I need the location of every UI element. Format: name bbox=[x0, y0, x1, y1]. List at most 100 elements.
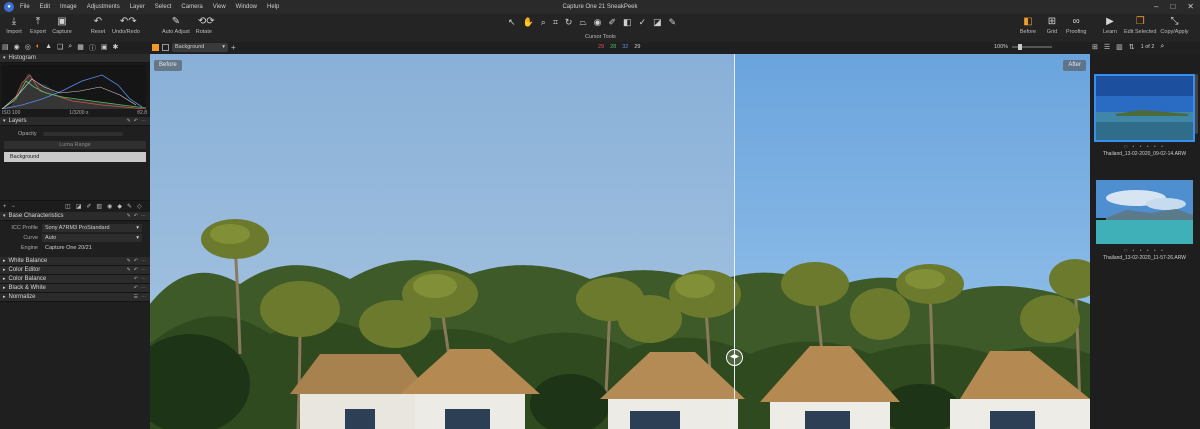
menu-edit[interactable]: Edit bbox=[40, 4, 50, 10]
background-layer-row[interactable]: Background bbox=[4, 152, 146, 162]
gradient-icon[interactable]: ▥ bbox=[96, 203, 102, 210]
thumbnail-item[interactable]: □ • • • • • Thailand_13-02-2020_11-57-26… bbox=[1094, 178, 1195, 261]
reset-button[interactable]: ↶ Reset bbox=[88, 16, 108, 35]
browser-search-icon[interactable]: ⌕ bbox=[1160, 43, 1164, 51]
list-view-icon[interactable]: ☰ bbox=[1104, 43, 1110, 51]
icc-profile-select[interactable]: Sony A7RM3 ProStandard ▾ bbox=[42, 224, 142, 232]
list-icon[interactable]: ☰ bbox=[134, 294, 138, 300]
brush-settings-icon[interactable]: ✎ bbox=[127, 118, 131, 124]
capture-tab-icon[interactable]: ◉ bbox=[14, 43, 20, 53]
layers-header[interactable]: ▾ Layers ✎ ↶ ⋯ bbox=[0, 117, 150, 126]
reset-section-icon[interactable]: ↶ bbox=[134, 213, 138, 219]
invert-icon[interactable]: ◪ bbox=[76, 203, 82, 210]
maximize-icon[interactable]: □ bbox=[1170, 2, 1175, 11]
thumbnail-image[interactable] bbox=[1094, 178, 1195, 246]
radial-icon[interactable]: ◉ bbox=[107, 203, 112, 210]
mask-icon[interactable]: ◫ bbox=[65, 203, 71, 210]
histogram-header[interactable]: ▾ Histogram bbox=[0, 54, 150, 63]
remove-icon[interactable]: − bbox=[12, 204, 16, 210]
brush-icon[interactable]: ✐ bbox=[86, 203, 91, 210]
exposure-tab-icon[interactable]: ▲ bbox=[45, 43, 52, 53]
filmstrip-icon[interactable]: ▥ bbox=[1116, 43, 1123, 51]
crop-icon[interactable]: ⌗ bbox=[553, 17, 558, 28]
undo-redo-button[interactable]: ↶↷ Undo/Redo bbox=[112, 16, 140, 35]
more-icon[interactable]: ⋯ bbox=[141, 294, 146, 300]
brush-settings-icon[interactable]: ✎ bbox=[127, 213, 131, 219]
zoom-icon[interactable]: ⌕ bbox=[541, 17, 546, 28]
add-icon[interactable]: + bbox=[3, 204, 7, 210]
zoom-knob[interactable] bbox=[1018, 44, 1023, 50]
thumbnail-image[interactable] bbox=[1094, 74, 1195, 142]
tool-color-balance[interactable]: ▸ Color Balance ↶ ⋯ bbox=[0, 275, 150, 284]
reset-section-icon[interactable]: ↶ bbox=[134, 258, 138, 264]
more-icon[interactable]: ⋯ bbox=[141, 276, 146, 282]
brush-icon[interactable]: ✐ bbox=[609, 17, 617, 28]
picker-icon[interactable]: ✎ bbox=[127, 258, 131, 264]
curve-select[interactable]: Auto ▾ bbox=[42, 234, 142, 242]
sort-icon[interactable]: ⇅ bbox=[1129, 43, 1135, 51]
grid-button[interactable]: ⊞ Grid bbox=[1042, 16, 1062, 35]
layers-tab-icon[interactable]: ❑ bbox=[57, 43, 63, 53]
import-button[interactable]: ⤓ Import bbox=[4, 16, 24, 35]
rating-dots[interactable]: □ • • • • • bbox=[1094, 248, 1195, 254]
more-icon[interactable]: ⋯ bbox=[141, 285, 146, 291]
color-tab-icon[interactable]: ◐ bbox=[36, 43, 40, 53]
lens-tab-icon[interactable]: ◎ bbox=[25, 43, 31, 53]
thumbnail-item[interactable]: □ • • • • • Thailand_13-02-2020_09-02-14… bbox=[1094, 74, 1195, 157]
before-after-split-line[interactable] bbox=[734, 54, 735, 429]
capture-button[interactable]: ▣ Capture bbox=[52, 16, 72, 35]
layer-view-icon[interactable] bbox=[152, 44, 159, 51]
picker-icon[interactable]: ✓ bbox=[639, 17, 647, 28]
select-cursor-icon[interactable]: ↖ bbox=[508, 17, 516, 28]
fill-icon[interactable]: ◆ bbox=[117, 203, 122, 210]
grid-view-icon[interactable]: ⊞ bbox=[1092, 43, 1098, 51]
clear-icon[interactable]: ◇ bbox=[137, 203, 142, 210]
copy-apply-button[interactable]: ⤡ Copy/Apply bbox=[1160, 16, 1188, 35]
reset-section-icon[interactable]: ↶ bbox=[134, 285, 138, 291]
pan-hand-icon[interactable]: ✋ bbox=[523, 17, 534, 28]
menu-help[interactable]: Help bbox=[267, 4, 279, 10]
reset-section-icon[interactable]: ↶ bbox=[134, 267, 138, 273]
learn-button[interactable]: ▶ Learn bbox=[1100, 16, 1120, 35]
before-button[interactable]: ◧ Before bbox=[1018, 16, 1038, 35]
browser-scrollbar[interactable] bbox=[1195, 74, 1198, 134]
layer-dropdown[interactable]: Background ▾ bbox=[172, 43, 228, 52]
search-tab-icon[interactable]: ⌕ bbox=[68, 43, 72, 53]
menu-camera[interactable]: Camera bbox=[181, 4, 202, 10]
layer-mask-icon[interactable] bbox=[162, 44, 169, 51]
menu-layer[interactable]: Layer bbox=[130, 4, 145, 10]
rotate-tool-icon[interactable]: ↻ bbox=[565, 17, 573, 28]
more-icon[interactable]: ⋯ bbox=[141, 258, 146, 264]
details-tab-icon[interactable]: ▦ bbox=[77, 43, 84, 53]
metadata-tab-icon[interactable]: ⓘ bbox=[89, 43, 96, 53]
menu-select[interactable]: Select bbox=[155, 4, 172, 10]
more-icon[interactable]: ⋯ bbox=[141, 213, 146, 219]
more-icon[interactable]: ⋯ bbox=[141, 267, 146, 273]
rating-dots[interactable]: □ • • • • • bbox=[1094, 144, 1195, 150]
add-layer-icon[interactable]: + bbox=[231, 43, 236, 52]
tool-white-balance[interactable]: ▸ White Balance ✎ ↶ ⋯ bbox=[0, 257, 150, 266]
menu-window[interactable]: Window bbox=[236, 4, 257, 10]
tool-normalize[interactable]: ▸ Normalize ☰ ⋯ bbox=[0, 293, 150, 302]
tool-color-editor[interactable]: ▸ Color Editor ✎ ↶ ⋯ bbox=[0, 266, 150, 275]
split-handle-icon[interactable]: ◀▶ bbox=[726, 349, 743, 366]
menu-view[interactable]: View bbox=[213, 4, 226, 10]
proofing-button[interactable]: ∞ Proofing bbox=[1066, 16, 1087, 35]
annotate-icon[interactable]: ✎ bbox=[669, 17, 677, 28]
export-button[interactable]: ⤒ Export bbox=[28, 16, 48, 35]
luma-range-button[interactable]: Luma Range bbox=[4, 141, 146, 149]
picker-icon[interactable]: ✎ bbox=[127, 267, 131, 273]
base-characteristics-header[interactable]: ▾ Base Characteristics ✎ ↶ ⋯ bbox=[0, 212, 150, 221]
eraser-icon[interactable]: ◧ bbox=[623, 17, 632, 28]
keystone-icon[interactable]: ⏢ bbox=[579, 17, 586, 28]
edit-selected-button[interactable]: ❐ Edit Selected bbox=[1124, 16, 1156, 35]
image-viewer[interactable]: Before After ◀▶ bbox=[150, 54, 1090, 429]
output-tab-icon[interactable]: ▣ bbox=[101, 43, 108, 53]
more-icon[interactable]: ⋯ bbox=[141, 118, 146, 124]
menu-image[interactable]: Image bbox=[60, 4, 77, 10]
opacity-slider[interactable] bbox=[42, 132, 123, 136]
auto-adjust-button[interactable]: ✎ Auto Adjust bbox=[162, 16, 190, 35]
reset-section-icon[interactable]: ↶ bbox=[134, 276, 138, 282]
library-tab-icon[interactable]: ▤ bbox=[2, 43, 9, 53]
zoom-slider[interactable] bbox=[1012, 44, 1053, 50]
